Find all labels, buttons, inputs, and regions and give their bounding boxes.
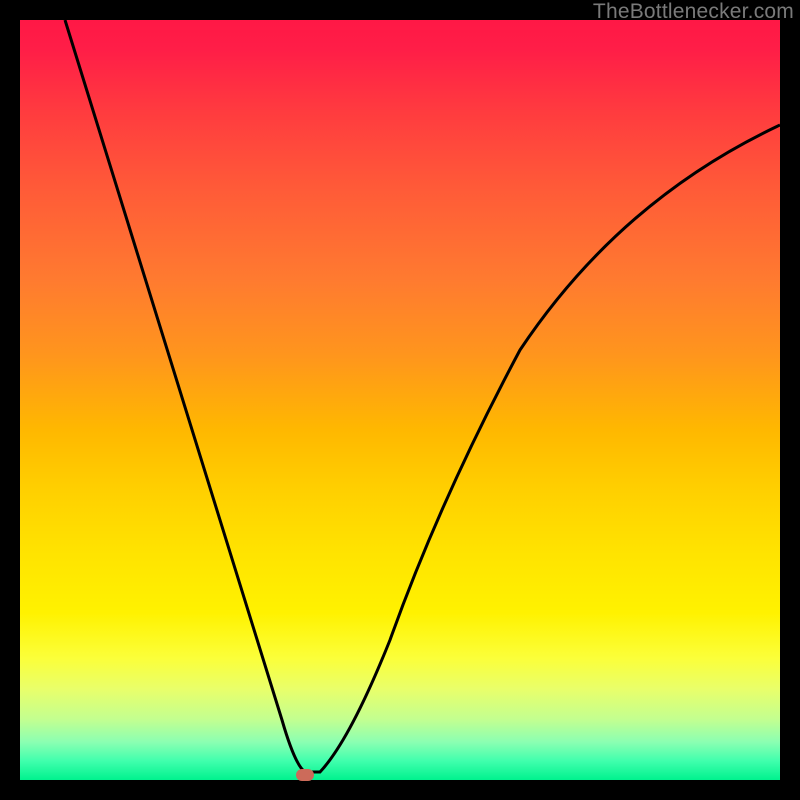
optimal-marker [296,769,314,781]
chart-gradient-background [20,20,780,780]
watermark-text: TheBottlenecker.com [593,0,794,24]
